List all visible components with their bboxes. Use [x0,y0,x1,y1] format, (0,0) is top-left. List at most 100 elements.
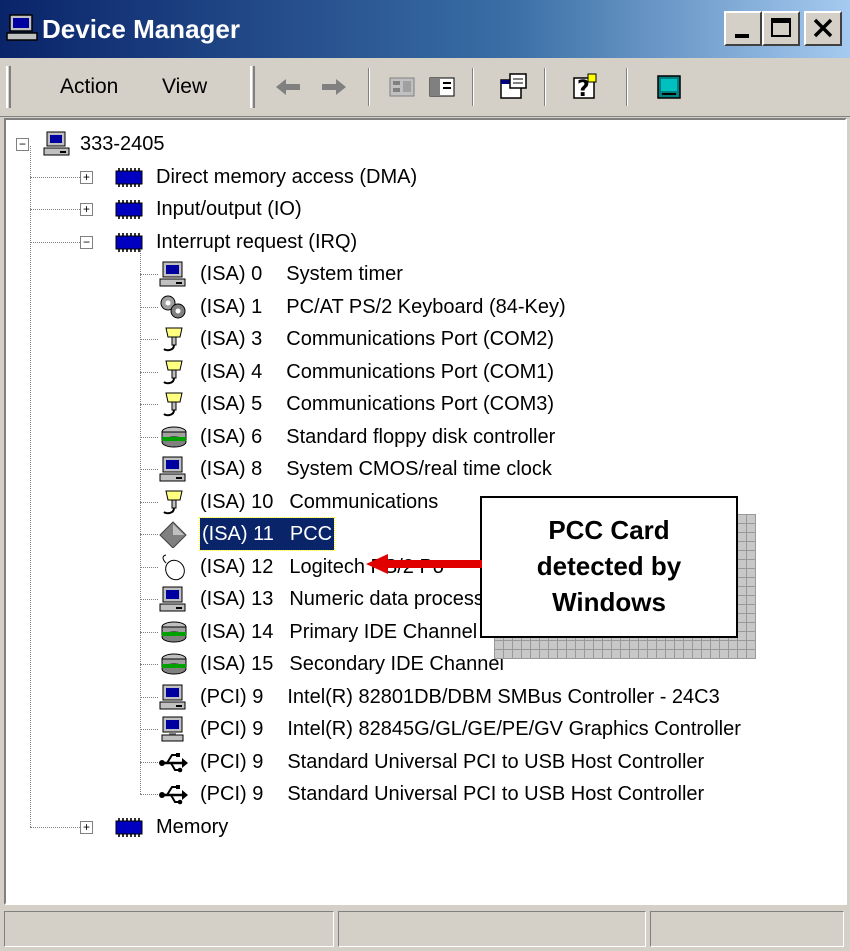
irq-device-name: PCC [289,523,333,545]
irq-bus-number: (ISA) 15 [200,653,274,675]
irq-device-name: Intel(R) 82801DB/DBM SMBus Controller - … [287,685,720,708]
tree-line [30,209,80,210]
window-title: Device Manager [42,14,240,44]
collapse-icon[interactable]: − [16,138,29,151]
tree-group[interactable]: + Input/output (IO) [6,193,845,225]
computer-icon [159,261,186,287]
tree-line [140,696,158,698]
irq-bus-number: (ISA) 6 [200,425,263,448]
irq-bus-number: (ISA) 5 [200,393,263,415]
tree-group[interactable]: + Memory [6,811,845,843]
title-bar[interactable]: Device Manager [0,0,850,58]
irq-resource: (ISA) 15 Secondary IDE Channel [200,648,504,680]
tree-line [140,339,158,340]
tree-group[interactable]: − Interrupt request (IRQ) [6,226,845,258]
folder-view-icon[interactable] [384,70,420,104]
maximize-icon [771,18,791,37]
disk-controller-icon [161,426,187,447]
toolbar-separator [368,68,370,106]
tree-line [140,631,158,633]
chip-icon [115,817,143,837]
menu-action[interactable]: Action [58,70,120,104]
tree-root[interactable]: − 333-2405 [6,128,845,160]
irq-bus-number: (PCI) 9 [200,783,264,805]
tree-line [140,599,158,600]
show-hide-tree-icon[interactable] [424,70,460,104]
chip-icon [115,167,143,187]
menu-view[interactable]: View [160,70,209,104]
toolbar: Action View ? [0,58,850,117]
computer-name: 333-2405 [80,133,165,155]
usb-icon [159,752,188,772]
toolbar-grip[interactable] [250,66,255,108]
close-button[interactable] [804,11,842,46]
irq-list-item[interactable]: (PCI) 9 Intel(R) 82845G/GL/GE/PE/GV Graph… [6,713,845,745]
close-icon [813,18,833,38]
irq-resource: (ISA) 3 Communications Port (COM2) [200,323,554,355]
callout-box: PCC Card detected by Windows [480,496,738,638]
status-panel [4,911,334,947]
irq-list-item[interactable]: (PCI) 9 Intel(R) 82801DB/DBM SMBus Contro… [6,681,845,713]
help-icon[interactable]: ? [568,70,604,104]
callout-arrow [366,554,482,574]
irq-device-name: Intel(R) 82845G/GL/GE/PE/GV Graphics Con… [287,718,741,740]
irq-resource: (ISA) 5 Communications Port (COM3) [200,388,554,420]
tree-line [140,306,158,308]
tree-group-label: Interrupt request (IRQ) [156,230,358,253]
irq-device-name: Standard Universal PCI to USB Host Contr… [287,750,705,773]
tree-group[interactable]: + Direct memory access (DMA) [6,161,845,193]
usb-icon [159,785,188,805]
irq-list-item[interactable]: (ISA) 3 Communications Port (COM2) [6,323,845,355]
tree-line [140,404,158,405]
callout-line: detected by [536,551,682,581]
irq-device-name: PC/AT PS/2 Keyboard (84-Key) [286,295,566,318]
irq-device-name: System CMOS/real time clock [286,458,552,480]
port-icon [163,360,183,384]
irq-list-item[interactable]: (ISA) 4 Communications Port (COM1) [6,356,845,388]
irq-resource: (ISA) 6 Standard floppy disk controller [200,421,555,453]
mouse-icon [162,554,185,580]
minimize-button[interactable] [724,11,762,46]
irq-resource: (PCI) 9 Intel(R) 82801DB/DBM SMBus Contro… [200,681,720,713]
tree-line [140,274,158,275]
irq-device-name: Communications Port (COM1) [286,360,555,383]
irq-device-name: Standard floppy disk controller [286,425,556,448]
status-bar [0,905,850,951]
irq-device-name: Communications Port (COM3) [286,393,555,415]
back-arrow-icon[interactable] [270,70,306,104]
irq-list-item[interactable]: (ISA) 6 Standard floppy disk controller [6,421,845,453]
tree-line [140,436,158,438]
tree-group-label: Memory [156,815,229,838]
status-panel [338,911,646,947]
irq-resource: (ISA) 13 Numeric data processor [200,583,502,615]
computer-icon [159,586,186,612]
irq-bus-number: (PCI) 9 [200,718,264,740]
expand-icon[interactable]: + [80,170,93,184]
maximize-button[interactable] [762,11,800,46]
scan-hardware-icon[interactable] [652,70,688,104]
irq-bus-number: (PCI) 9 [200,750,264,773]
irq-resource: (ISA) 4 Communications Port (COM1) [200,356,554,388]
irq-bus-number: (ISA) 10 [200,490,274,513]
irq-device-name: Communications [289,490,439,513]
expand-icon[interactable]: + [80,203,93,216]
tree-line [140,566,158,568]
irq-bus-number: (ISA) 12 [200,555,274,578]
toolbar-separator [544,68,546,106]
irq-resource: (PCI) 9 Standard Universal PCI to USB Hos… [200,746,704,778]
collapse-icon[interactable]: − [80,235,93,249]
expand-icon[interactable]: + [80,820,93,834]
irq-bus-number: (ISA) 0 [200,263,263,285]
forward-arrow-icon[interactable] [316,70,352,104]
tree-line [140,664,158,665]
irq-list-item[interactable]: (ISA) 1 PC/AT PS/2 Keyboard (84-Key) [6,291,845,323]
irq-list-item[interactable]: (PCI) 9 Standard Universal PCI to USB Hos… [6,746,845,778]
irq-list-item[interactable]: (PCI) 9 Standard Universal PCI to USB Hos… [6,778,845,810]
device-manager-window: Device Manager Action View ? − 333-2405 … [0,0,850,951]
irq-list-item[interactable]: (ISA) 0 System timer [6,258,845,290]
properties-icon[interactable] [496,70,532,104]
irq-list-item[interactable]: (ISA) 8 System CMOS/real time clock [6,453,845,485]
irq-list-item[interactable]: (ISA) 5 Communications Port (COM3) [6,388,845,420]
tree-line [140,501,158,503]
toolbar-grip[interactable] [6,66,11,108]
